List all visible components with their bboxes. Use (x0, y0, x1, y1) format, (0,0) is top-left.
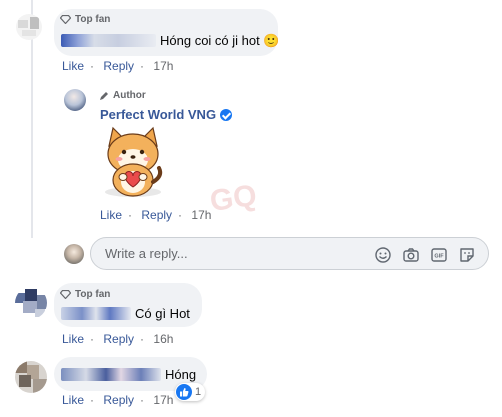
comment-text: Hóng (61, 367, 196, 382)
reply-input[interactable] (103, 245, 357, 262)
reply-link[interactable]: Reply (103, 393, 134, 407)
avatar[interactable] (15, 287, 47, 319)
shiba-sticker (105, 126, 163, 197)
user-avatar (64, 244, 84, 264)
badge-label: Author (113, 90, 146, 101)
gif-icon[interactable]: GIF (430, 246, 448, 264)
commenter-name[interactable] (61, 368, 161, 381)
author-avatar[interactable] (64, 89, 86, 111)
pencil-icon (100, 91, 108, 100)
comment-actions: Like · Reply · 17h (62, 59, 174, 73)
comment-actions: Like · Reply · 17h (100, 208, 212, 222)
reaction-count: 1 (195, 386, 202, 398)
commenter-name[interactable] (61, 34, 156, 47)
sticker-icon[interactable] (458, 246, 476, 264)
top-fan-badge: Top fan (60, 14, 110, 25)
svg-text:GIF: GIF (434, 254, 444, 260)
emoji-icon[interactable] (374, 246, 392, 264)
like-link[interactable]: Like (62, 332, 84, 346)
diamond-icon (60, 15, 71, 24)
badge-label: Top fan (75, 289, 111, 300)
reply-link[interactable]: Reply (141, 208, 172, 222)
reply-link[interactable]: Reply (103, 332, 134, 346)
like-link[interactable]: Like (62, 393, 84, 407)
avatar[interactable] (16, 14, 42, 40)
badge-label: Top fan (75, 14, 111, 25)
comment-actions: Like · Reply · 17h (62, 393, 174, 407)
diamond-icon (60, 290, 71, 299)
like-link[interactable]: Like (100, 208, 122, 222)
reaction-count-badge[interactable]: 1 (175, 383, 206, 401)
like-link[interactable]: Like (62, 59, 84, 73)
comment-actions: Like · Reply · 16h (62, 332, 174, 346)
verified-icon (220, 108, 233, 121)
camera-icon[interactable] (402, 246, 420, 264)
timestamp[interactable]: 16h (153, 332, 173, 346)
commenter-name[interactable] (61, 307, 131, 320)
timestamp[interactable]: 17h (153, 393, 173, 407)
reply-box: GIF (90, 237, 489, 270)
avatar[interactable] (15, 361, 47, 393)
top-fan-badge: Top fan (60, 289, 110, 300)
author-badge: Author (99, 90, 146, 101)
watermark: GQ (207, 178, 259, 219)
timestamp[interactable]: 17h (191, 208, 211, 222)
author-name[interactable]: Perfect World VNG (100, 107, 233, 122)
timestamp[interactable]: 17h (153, 59, 173, 73)
comment-text: Hóng coi có ji hot 🙂 (61, 33, 280, 49)
comment-text: Có gì Hot (61, 306, 190, 321)
reply-link[interactable]: Reply (103, 59, 134, 73)
